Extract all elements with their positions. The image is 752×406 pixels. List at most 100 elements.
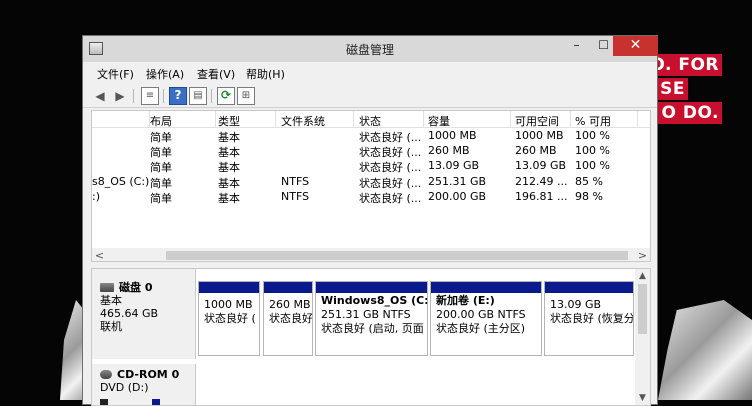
partition-bar: [431, 282, 541, 293]
refresh-icon[interactable]: ⟳: [217, 87, 235, 105]
partition-efi-260mb[interactable]: 260 MB 状态良好: [263, 281, 313, 356]
console-tree-icon[interactable]: ≡: [141, 87, 159, 105]
cell-volume: s8_OS (C:): [92, 175, 150, 188]
horizontal-scrollbar[interactable]: < >: [92, 248, 650, 261]
scrollbar-thumb[interactable]: [166, 251, 628, 260]
cell-filesystem: NTFS: [281, 190, 310, 203]
partition-status: 状态良好 (: [204, 312, 256, 325]
volume-list[interactable]: 布局 类型 文件系统 状态 容量 可用空间 % 可用 简单 基本 状态良好 (.…: [91, 110, 651, 262]
partition-size: 13.09 GB: [550, 298, 602, 311]
cell-type: 基本: [218, 131, 240, 144]
cell-layout: 简单: [150, 131, 172, 144]
column-header-free-space[interactable]: 可用空间: [515, 113, 559, 129]
table-row[interactable]: 简单 基本 状态良好 (... 1000 MB 1000 MB 100 %: [92, 129, 650, 144]
menu-action[interactable]: 操作(A): [146, 66, 184, 82]
cell-free-space: 260 MB: [515, 144, 557, 157]
volume-list-header: 布局 类型 文件系统 状态 容量 可用空间 % 可用: [92, 111, 650, 128]
disk-type: 基本: [100, 294, 122, 307]
cell-free-space: 196.81 ...: [515, 190, 568, 203]
scroll-right-arrow[interactable]: >: [635, 248, 650, 261]
forward-arrow-icon[interactable]: ▶: [111, 87, 129, 105]
column-header-capacity[interactable]: 容量: [428, 113, 450, 129]
scroll-up-arrow[interactable]: ▲: [635, 269, 650, 283]
column-header-percent-free[interactable]: % 可用: [575, 113, 611, 129]
column-divider[interactable]: [637, 111, 638, 128]
cell-layout: 简单: [150, 161, 172, 174]
table-row[interactable]: s8_OS (C:) 简单 基本 NTFS 状态良好 (... 251.31 G…: [92, 175, 650, 190]
close-button[interactable]: ✕: [613, 36, 658, 56]
column-divider[interactable]: [353, 111, 354, 128]
menu-view[interactable]: 查看(V): [197, 66, 235, 82]
toolbar: ◀ ▶ ≡ ? ▤ ⟳ ⊞: [83, 84, 657, 108]
back-arrow-icon[interactable]: ◀: [91, 87, 109, 105]
cell-type: 基本: [218, 146, 240, 159]
partition-recovery-1000mb[interactable]: 1000 MB 状态良好 (: [198, 281, 260, 356]
scrollbar-thumb[interactable]: [638, 284, 647, 334]
column-divider[interactable]: [423, 111, 424, 128]
partition-size: 260 MB: [269, 298, 311, 311]
cell-free-space: 1000 MB: [515, 129, 564, 142]
partition-bar: [316, 282, 427, 293]
help-icon[interactable]: ?: [169, 87, 187, 105]
cell-status: 状态良好 (...: [359, 192, 422, 205]
partition-name: 新加卷 (E:): [436, 294, 495, 307]
cell-layout: 简单: [150, 177, 172, 190]
partition-e-drive[interactable]: 新加卷 (E:) 200.00 GB NTFS 状态良好 (主分区): [430, 281, 542, 356]
column-header-layout[interactable]: 布局: [150, 113, 172, 129]
partition-bar: [199, 282, 259, 293]
cell-percent-free: 98 %: [575, 190, 603, 203]
menu-bar: 文件(F) 操作(A) 查看(V) 帮助(H): [83, 64, 657, 84]
table-row[interactable]: :) 简单 基本 NTFS 状态良好 (... 200.00 GB 196.81…: [92, 190, 650, 205]
partition-bar: [264, 282, 312, 293]
cell-percent-free: 100 %: [575, 159, 610, 172]
cell-type: 基本: [218, 192, 240, 205]
scroll-down-arrow[interactable]: ▼: [635, 391, 650, 405]
table-row[interactable]: 简单 基本 状态良好 (... 260 MB 260 MB 100 %: [92, 144, 650, 159]
crystal-image: [658, 300, 752, 400]
properties-icon[interactable]: ▤: [189, 87, 207, 105]
disk-size: 465.64 GB: [100, 307, 159, 320]
background-slogan-2: SE: [657, 78, 688, 100]
cell-capacity: 200.00 GB: [428, 190, 487, 203]
cell-layout: 简单: [150, 192, 172, 205]
scroll-left-arrow[interactable]: <: [92, 248, 107, 261]
cell-percent-free: 100 %: [575, 129, 610, 142]
menu-help[interactable]: 帮助(H): [246, 66, 285, 82]
legend-primary-swatch: [152, 399, 160, 405]
minimize-button[interactable]: –: [563, 36, 590, 56]
column-divider[interactable]: [215, 111, 216, 128]
background-slogan-3: O DO.: [658, 102, 722, 124]
title-bar[interactable]: 磁盘管理 – ☐ ✕: [83, 36, 658, 62]
column-header-status[interactable]: 状态: [359, 113, 381, 129]
disk-0-label[interactable]: 磁盘 0 基本 465.64 GB 联机: [92, 269, 196, 359]
cd-drive-icon: [100, 370, 112, 379]
cell-status: 状态良好 (...: [359, 177, 422, 190]
toolbar-separator: [163, 89, 164, 103]
partition-status: 状态良好: [269, 312, 313, 325]
toolbar-separator: [211, 89, 212, 103]
cdrom-type: DVD (D:): [100, 381, 149, 394]
column-divider[interactable]: [510, 111, 511, 128]
disk-map-panel[interactable]: 磁盘 0 基本 465.64 GB 联机 1000 MB 状态良好 ( 260 …: [91, 268, 651, 406]
rescan-disks-icon[interactable]: ⊞: [237, 87, 255, 105]
vertical-scrollbar[interactable]: ▲ ▼: [635, 269, 650, 405]
cell-type: 基本: [218, 161, 240, 174]
partition-status: 状态良好 (主分区): [436, 322, 526, 335]
partition-c-drive[interactable]: Windows8_OS (C:) 251.31 GB NTFS 状态良好 (启动…: [315, 281, 428, 356]
partition-size: 251.31 GB NTFS: [321, 308, 411, 321]
column-divider[interactable]: [570, 111, 571, 128]
disk-status: 联机: [100, 320, 122, 333]
menu-file[interactable]: 文件(F): [97, 66, 134, 82]
cell-capacity: 1000 MB: [428, 129, 477, 142]
legend-unallocated-swatch: [100, 399, 108, 405]
column-divider[interactable]: [275, 111, 276, 128]
cell-capacity: 260 MB: [428, 144, 470, 157]
cell-status: 状态良好 (...: [359, 161, 422, 174]
partition-recovery-13gb[interactable]: 13.09 GB 状态良好 (恢复分: [544, 281, 634, 356]
cell-percent-free: 100 %: [575, 144, 610, 157]
toolbar-separator: [133, 89, 134, 103]
column-header-filesystem[interactable]: 文件系统: [281, 113, 325, 129]
partition-size: 1000 MB: [204, 298, 253, 311]
table-row[interactable]: 简单 基本 状态良好 (... 13.09 GB 13.09 GB 100 %: [92, 159, 650, 174]
column-header-type[interactable]: 类型: [218, 113, 240, 129]
